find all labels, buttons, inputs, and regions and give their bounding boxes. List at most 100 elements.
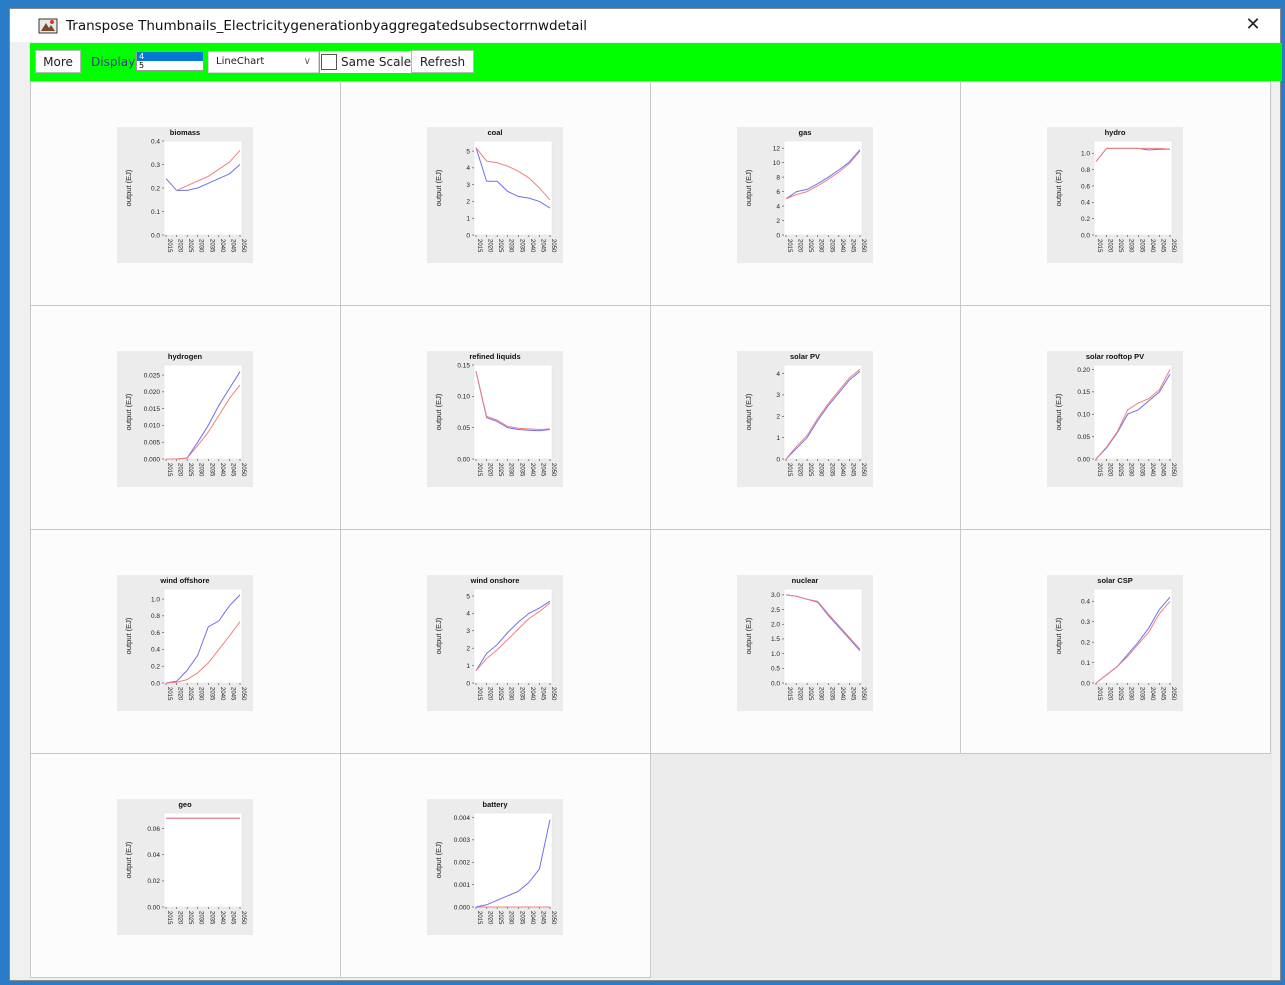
thumbnail-cell[interactable]: wind offshore output (EJ) 0.0 0.2 0.4 0.6 0.8 1… xyxy=(30,529,341,754)
chart-thumbnail: coal output (EJ) 0 1 2 3 4 5 2015 2020 2025 2030 203… xyxy=(427,127,563,263)
thumbnail-cell[interactable]: battery output (EJ) 0.000 0.001 0.002 0.003 0.… xyxy=(340,753,651,978)
x-tick-label: 2020 xyxy=(487,687,493,701)
x-tick-label: 2015 xyxy=(786,239,792,253)
x-tick-label: 2015 xyxy=(166,911,172,925)
y-axis-label: output (EJ) xyxy=(744,617,753,654)
chart-title: gas xyxy=(799,128,812,137)
x-tick-label: 2020 xyxy=(1107,687,1113,701)
x-tick-label: 2030 xyxy=(818,463,824,477)
x-tick-label: 2015 xyxy=(786,463,792,477)
x-tick-label: 2050 xyxy=(860,687,866,701)
chart-type-dropdown[interactable]: LineChart ∨ xyxy=(208,51,319,73)
close-button[interactable]: ✕ xyxy=(1240,14,1266,36)
y-tick-label: 0.4 xyxy=(1081,599,1090,606)
same-scale-checkbox[interactable]: Same Scale xyxy=(320,51,416,73)
thumbnail-cell[interactable]: biomass output (EJ) 0.0 0.1 0.2 0.3 0.4 2015 202… xyxy=(30,81,341,306)
chevron-down-icon: ∨ xyxy=(303,56,311,67)
line-chart: biomass output (EJ) 0.0 0.1 0.2 0.3 0.4 2015 202… xyxy=(124,128,246,253)
y-tick-label: 0.15 xyxy=(457,362,470,369)
x-tick-label: 2030 xyxy=(508,463,514,477)
x-tick-label: 2045 xyxy=(849,463,855,477)
thumbnail-cell[interactable]: gas output (EJ) 0 2 4 6 8 10 12 2015 2020 2025 2030 2… xyxy=(650,81,961,306)
x-tick-label: 2025 xyxy=(187,463,193,477)
thumbnail-cell[interactable]: coal output (EJ) 0 1 2 3 4 5 2015 2020 2025 2030 203… xyxy=(340,81,651,306)
y-axis-label: output (EJ) xyxy=(124,169,133,206)
chart-title: nuclear xyxy=(792,576,819,585)
chart-title: wind offshore xyxy=(159,576,209,585)
y-tick-label: 2 xyxy=(776,414,780,421)
y-tick-label: 0.001 xyxy=(454,882,471,889)
y-tick-label: 0.002 xyxy=(454,860,471,867)
plot-area xyxy=(163,588,243,684)
x-tick-label: 2020 xyxy=(797,463,803,477)
x-tick-label: 2025 xyxy=(497,239,503,253)
y-tick-label: 0.20 xyxy=(1077,367,1090,374)
y-tick-label: 0.5 xyxy=(771,666,780,673)
y-tick-label: 4 xyxy=(776,203,780,210)
plot-area xyxy=(473,140,553,236)
refresh-button[interactable]: Refresh xyxy=(411,50,474,73)
chart-type-value: LineChart xyxy=(216,56,265,67)
x-tick-label: 2025 xyxy=(1117,239,1123,253)
line-chart: solar rooftop PV output (EJ) 0.00 0.05 0.10 0… xyxy=(1054,352,1176,477)
y-tick-label: 10 xyxy=(773,160,781,167)
x-tick-label: 2045 xyxy=(539,463,545,477)
x-tick-label: 2035 xyxy=(518,463,524,477)
thumbnail-cell[interactable]: solar CSP output (EJ) 0.0 0.1 0.2 0.3 0.4 2015 2… xyxy=(960,529,1271,754)
plot-area xyxy=(163,812,243,908)
x-tick-label: 2050 xyxy=(240,463,246,477)
display-label: Display xyxy=(91,55,136,69)
y-axis-label: output (EJ) xyxy=(124,393,133,430)
checkbox-box[interactable] xyxy=(321,54,337,70)
chart-thumbnail: wind onshore output (EJ) 0 1 2 3 4 5 2015 2020 202… xyxy=(427,575,563,711)
chart-title: battery xyxy=(482,800,508,809)
chart-title: hydro xyxy=(1105,128,1126,137)
x-tick-label: 2030 xyxy=(508,239,514,253)
y-tick-label: 2 xyxy=(466,199,470,206)
x-tick-label: 2045 xyxy=(539,687,545,701)
x-tick-label: 2035 xyxy=(208,911,214,925)
x-tick-label: 2030 xyxy=(198,911,204,925)
display-option[interactable]: 5 xyxy=(137,61,203,70)
x-tick-label: 2045 xyxy=(229,463,235,477)
x-tick-label: 2025 xyxy=(187,687,193,701)
x-tick-label: 2040 xyxy=(1149,687,1155,701)
y-tick-label: 0.1 xyxy=(151,209,160,216)
x-tick-label: 2035 xyxy=(1138,239,1144,253)
x-tick-label: 2040 xyxy=(529,687,535,701)
thumbnail-cell[interactable]: geo output (EJ) 0.00 0.02 0.04 0.06 2015 2020 20… xyxy=(30,753,341,978)
y-tick-label: 1.0 xyxy=(771,651,780,658)
line-chart: gas output (EJ) 0 2 4 6 8 10 12 2015 2020 2025 2030 2… xyxy=(744,128,866,253)
y-axis-label: output (EJ) xyxy=(434,841,443,878)
x-tick-label: 2050 xyxy=(240,239,246,253)
x-tick-label: 2040 xyxy=(529,463,535,477)
x-tick-label: 2025 xyxy=(1117,687,1123,701)
thumbnail-cell[interactable]: solar PV output (EJ) 0 1 2 3 4 2015 2020 2025 2030… xyxy=(650,305,961,530)
y-tick-label: 0.05 xyxy=(1077,434,1090,441)
display-option[interactable]: 4 xyxy=(137,52,203,61)
y-tick-label: 2.0 xyxy=(771,622,780,629)
chart-thumbnail: hydrogen output (EJ) 0.000 0.005 0.010 0.015 0… xyxy=(117,351,253,487)
thumbnail-cell[interactable]: refined liquids output (EJ) 0.00 0.05 0.10 0.… xyxy=(340,305,651,530)
x-tick-label: 2035 xyxy=(208,239,214,253)
x-tick-label: 2015 xyxy=(786,687,792,701)
thumbnail-cell[interactable]: nuclear output (EJ) 0.0 0.5 1.0 1.5 2.0 2.5 3.0 2… xyxy=(650,529,961,754)
thumbnail-cell[interactable]: hydro output (EJ) 0.0 0.2 0.4 0.6 0.8 1.0 2015 20… xyxy=(960,81,1271,306)
thumbnail-cell[interactable]: hydrogen output (EJ) 0.000 0.005 0.010 0.015 0… xyxy=(30,305,341,530)
y-tick-label: 3.0 xyxy=(771,592,780,599)
line-chart: battery output (EJ) 0.000 0.001 0.002 0.003 0.… xyxy=(434,800,556,925)
more-button[interactable]: More xyxy=(35,50,81,73)
thumbnail-cell[interactable]: wind onshore output (EJ) 0 1 2 3 4 5 2015 2020 202… xyxy=(340,529,651,754)
x-tick-label: 2020 xyxy=(797,687,803,701)
thumbnail-cell[interactable]: solar rooftop PV output (EJ) 0.00 0.05 0.10 0… xyxy=(960,305,1271,530)
x-tick-label: 2025 xyxy=(187,239,193,253)
y-tick-label: 0.0 xyxy=(1081,232,1090,239)
x-tick-label: 2030 xyxy=(1128,463,1134,477)
y-tick-label: 0.3 xyxy=(1081,619,1090,626)
display-count-list[interactable]: 4 5 xyxy=(136,51,204,71)
y-tick-label: 0.06 xyxy=(147,826,160,833)
chart-title: coal xyxy=(487,128,502,137)
line-chart: solar PV output (EJ) 0 1 2 3 4 2015 2020 2025 2030… xyxy=(744,352,866,477)
chart-thumbnail: hydro output (EJ) 0.0 0.2 0.4 0.6 0.8 1.0 2015 20… xyxy=(1047,127,1183,263)
y-tick-label: 3 xyxy=(466,182,470,189)
